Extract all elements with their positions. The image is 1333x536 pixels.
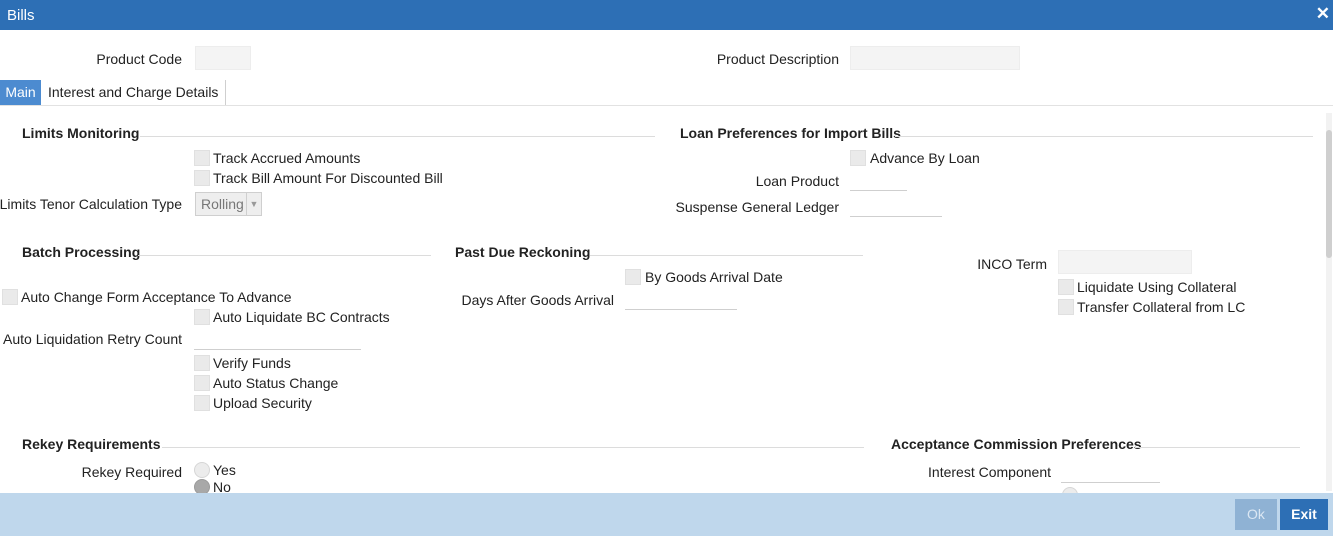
limits-monitoring-heading: Limits Monitoring xyxy=(22,125,140,141)
interest-component-field[interactable] xyxy=(1061,462,1160,483)
rekey-required-label: Rekey Required xyxy=(81,464,182,480)
section-divider xyxy=(138,255,431,256)
tab-interest-and-charge-details[interactable]: Interest and Charge Details xyxy=(41,80,227,105)
by-goods-arrival-checkbox[interactable] xyxy=(625,269,641,285)
section-divider xyxy=(162,447,864,448)
close-icon[interactable]: ✕ xyxy=(1316,4,1330,24)
product-code-field[interactable] xyxy=(195,46,251,70)
inco-term-field[interactable] xyxy=(1058,250,1192,274)
exit-button[interactable]: Exit xyxy=(1280,499,1328,530)
track-bill-amount-label: Track Bill Amount For Discounted Bill xyxy=(213,170,443,186)
inco-term-label: INCO Term xyxy=(977,256,1047,272)
suspense-gl-label: Suspense General Ledger xyxy=(675,199,839,215)
days-after-field[interactable] xyxy=(625,289,737,310)
upload-security-checkbox[interactable] xyxy=(194,395,210,411)
ok-button[interactable]: Ok xyxy=(1235,499,1277,530)
product-description-label: Product Description xyxy=(716,51,839,67)
chevron-down-icon: ▼ xyxy=(246,193,261,215)
past-due-heading: Past Due Reckoning xyxy=(455,244,591,260)
retry-count-field[interactable] xyxy=(194,329,361,350)
auto-liquidate-label: Auto Liquidate BC Contracts xyxy=(213,309,390,325)
liquidate-collateral-label: Liquidate Using Collateral xyxy=(1077,279,1237,295)
loan-product-label: Loan Product xyxy=(755,173,839,189)
auto-status-change-label: Auto Status Change xyxy=(213,375,339,391)
section-divider xyxy=(590,255,863,256)
transfer-collateral-label: Transfer Collateral from LC xyxy=(1077,299,1246,315)
rekey-heading: Rekey Requirements xyxy=(22,436,161,452)
verify-funds-label: Verify Funds xyxy=(213,355,291,371)
scrollbar-thumb[interactable] xyxy=(1326,130,1332,258)
days-after-label: Days After Goods Arrival xyxy=(461,292,614,308)
product-description-field[interactable] xyxy=(850,46,1020,70)
upload-security-label: Upload Security xyxy=(213,395,312,411)
by-goods-arrival-label: By Goods Arrival Date xyxy=(645,269,783,285)
verify-funds-checkbox[interactable] xyxy=(194,355,210,371)
transfer-collateral-checkbox[interactable] xyxy=(1058,299,1074,315)
advance-by-loan-checkbox[interactable] xyxy=(850,150,866,166)
track-bill-amount-checkbox[interactable] xyxy=(194,170,210,186)
rekey-yes-label: Yes xyxy=(213,462,236,478)
tab-main[interactable]: Main xyxy=(0,80,41,105)
auto-status-change-checkbox[interactable] xyxy=(194,375,210,391)
rekey-yes-radio[interactable] xyxy=(194,462,210,478)
tab-divider xyxy=(0,105,1333,106)
liquidate-collateral-checkbox[interactable] xyxy=(1058,279,1074,295)
loan-product-field[interactable] xyxy=(850,170,907,191)
suspense-gl-field[interactable] xyxy=(850,196,942,217)
limits-tenor-label: Limits Tenor Calculation Type xyxy=(0,196,182,212)
section-divider xyxy=(1135,447,1300,448)
auto-change-form-checkbox[interactable] xyxy=(2,289,18,305)
limits-tenor-value: Rolling xyxy=(201,196,244,212)
section-divider xyxy=(895,136,1313,137)
title-bar: Bills ✕ xyxy=(0,0,1333,30)
section-divider xyxy=(140,136,655,137)
retry-count-label: Auto Liquidation Retry Count xyxy=(3,331,182,347)
window-title: Bills xyxy=(7,7,35,24)
interest-component-label: Interest Component xyxy=(928,464,1051,480)
loan-preferences-heading: Loan Preferences for Import Bills xyxy=(680,125,901,141)
advance-by-loan-label: Advance By Loan xyxy=(870,150,980,166)
acceptance-commission-heading: Acceptance Commission Preferences xyxy=(891,436,1142,452)
auto-liquidate-checkbox[interactable] xyxy=(194,309,210,325)
batch-processing-heading: Batch Processing xyxy=(22,244,141,260)
track-accrued-amounts-checkbox[interactable] xyxy=(194,150,210,166)
track-accrued-amounts-label: Track Accrued Amounts xyxy=(213,150,361,166)
product-code-label: Product Code xyxy=(96,51,182,67)
auto-change-form-label: Auto Change Form Acceptance To Advance xyxy=(21,289,292,305)
footer-bar xyxy=(0,493,1333,536)
limits-tenor-select[interactable]: Rolling ▼ xyxy=(195,192,262,216)
